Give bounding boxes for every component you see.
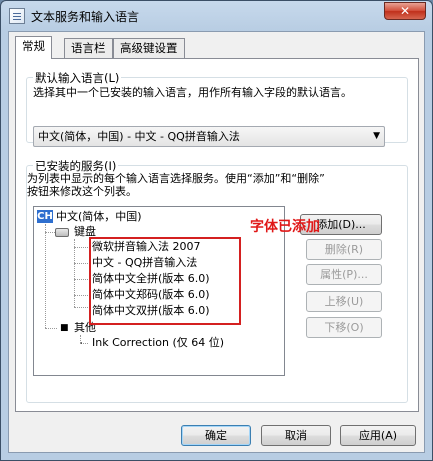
default-language-description: 选择其中一个已安装的输入语言，用作所有输入字段的默认语言。 <box>33 86 352 99</box>
apply-button[interactable]: 应用(A) <box>340 425 416 446</box>
dialog-icon <box>9 8 25 24</box>
remove-button[interactable]: 删除(R) <box>306 239 382 260</box>
cancel-button[interactable]: 取消 <box>261 425 331 446</box>
tree-bullet-icon: · <box>80 339 83 349</box>
general-tab-panel: 默认输入语言(L) 选择其中一个已安装的输入语言，用作所有输入字段的默认语言。 … <box>15 58 419 412</box>
tree-connector <box>74 279 88 280</box>
tree-connector <box>74 247 88 248</box>
move-down-button[interactable]: 下移(O) <box>306 317 382 338</box>
tab-advanced-key-settings[interactable]: 高级键设置 <box>113 38 185 58</box>
tab-general[interactable]: 常规 <box>15 36 52 59</box>
tab-language-bar[interactable]: 语言栏 <box>64 38 113 58</box>
annotation-text: 字体已添加 <box>250 219 320 235</box>
tree-connector <box>74 295 88 296</box>
tree-connector <box>45 224 46 328</box>
properties-button[interactable]: 属性(P)... <box>306 264 382 285</box>
tree-connector <box>74 307 88 308</box>
language-badge-icon: CH <box>37 210 53 223</box>
default-language-group-label: 默认输入语言(L) <box>33 70 122 86</box>
tree-connector <box>45 232 55 233</box>
default-language-group: 默认输入语言(L) 选择其中一个已安装的输入语言，用作所有输入字段的默认语言。 … <box>26 70 408 147</box>
close-button[interactable]: ✕ <box>384 2 426 20</box>
move-up-button[interactable]: 上移(U) <box>306 291 382 312</box>
tree-item-ink-correction[interactable]: Ink Correction (仅 64 位) <box>92 336 224 350</box>
title-bar[interactable]: 文本服务和输入语言 ✕ <box>1 1 432 31</box>
tree-connector <box>45 328 57 329</box>
chevron-down-icon[interactable]: ▼ <box>373 127 380 146</box>
default-language-select-value: 中文(简体，中国) - 中文 - QQ拼音输入法 <box>38 130 240 143</box>
window-title: 文本服务和输入语言 <box>31 10 140 24</box>
tree-bullet-icon: ■ <box>60 323 69 333</box>
installed-services-description-2: 按钮来修改这个列表。 <box>27 185 137 198</box>
default-language-select[interactable]: 中文(简体，中国) - 中文 - QQ拼音输入法 ▼ <box>33 126 385 147</box>
tree-connector <box>74 263 88 264</box>
ok-button[interactable]: 确定 <box>181 425 251 446</box>
keyboard-icon <box>55 228 69 237</box>
installed-services-description-1: 为列表中显示的每个输入语言选择服务。使用“添加”和“删除” <box>27 172 325 185</box>
text-services-dialog: 文本服务和输入语言 ✕ 常规 语言栏 高级键设置 默认输入语言(L) 选择其中一… <box>0 0 433 461</box>
tree-item-language[interactable]: 中文(简体，中国) <box>56 210 142 224</box>
tree-connector <box>74 239 75 307</box>
annotation-highlight-box <box>89 237 241 325</box>
